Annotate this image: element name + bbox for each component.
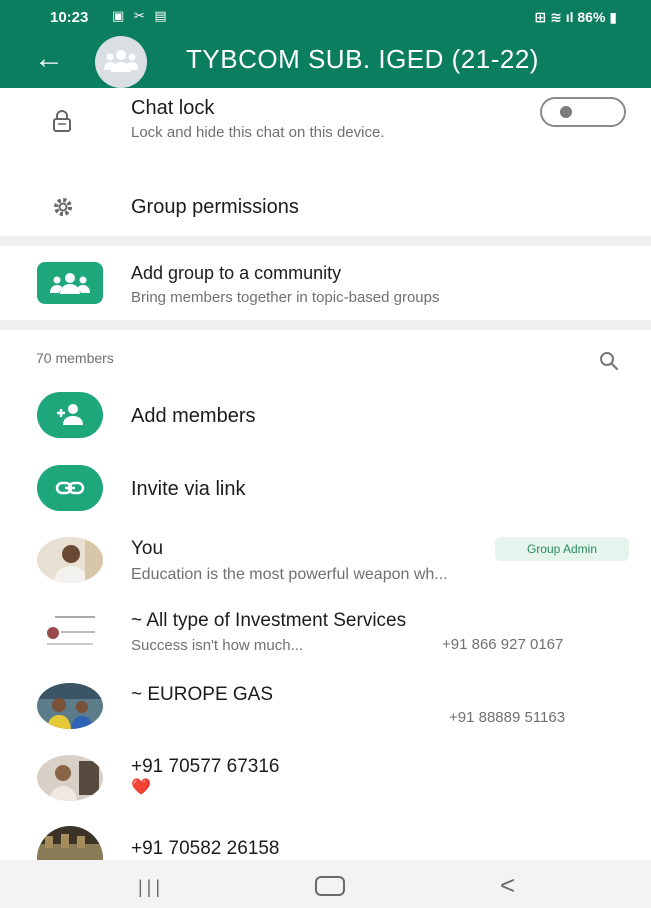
search-icon[interactable] bbox=[598, 350, 620, 372]
avatar-photo bbox=[37, 683, 103, 729]
lock-icon bbox=[53, 110, 71, 132]
battery-level: 86% bbox=[577, 9, 606, 25]
signal-icon: ⊞ ≋ ıl bbox=[534, 9, 578, 25]
avatar bbox=[37, 683, 103, 729]
link-icon bbox=[37, 465, 103, 511]
avatar-photo bbox=[37, 755, 103, 801]
community-icon bbox=[37, 262, 103, 304]
member-name: +91 70582 26158 bbox=[131, 838, 280, 859]
add-person-icon bbox=[37, 392, 103, 438]
status-time: 10:23 bbox=[50, 9, 89, 26]
member-name: ~ EUROPE GAS bbox=[131, 684, 274, 705]
avatar-photo bbox=[37, 610, 103, 656]
app-header: 10:23 ▣ ✂ ▤ ⊞ ≋ ıl 86% ▮ ← TYBCOM SUB. I… bbox=[0, 0, 651, 88]
chat-lock-title: Chat lock bbox=[131, 97, 215, 119]
community-subtitle: Bring members together in topic-based gr… bbox=[131, 289, 440, 306]
home-icon[interactable] bbox=[315, 876, 345, 896]
member-name: You bbox=[131, 538, 164, 559]
back-arrow-icon[interactable]: ← bbox=[34, 44, 68, 78]
heart-icon: ❤️ bbox=[131, 779, 151, 796]
invite-link-label: Invite via link bbox=[131, 478, 246, 500]
members-count: 70 members bbox=[36, 350, 114, 366]
admin-badge: Group Admin bbox=[495, 537, 629, 561]
member-name: ~ All type of Investment Services bbox=[131, 610, 407, 631]
section-divider-2 bbox=[0, 320, 651, 330]
group-avatar[interactable] bbox=[95, 36, 147, 88]
avatar-photo bbox=[37, 826, 103, 860]
avatar bbox=[37, 826, 103, 860]
recent-apps-icon[interactable]: ||| bbox=[138, 877, 164, 898]
status-bar: 10:23 ▣ ✂ ▤ ⊞ ≋ ıl 86% ▮ bbox=[0, 0, 651, 32]
add-person-glyph bbox=[57, 404, 83, 425]
member-status: Success isn't how much... bbox=[131, 637, 304, 654]
link-glyph bbox=[55, 481, 85, 495]
system-nav-bar: ||| < bbox=[0, 860, 651, 908]
community-glyph bbox=[50, 273, 90, 294]
member-phone: +91 88889 51163 bbox=[449, 709, 566, 726]
group-title[interactable]: TYBCOM SUB. IGED (21-22) bbox=[186, 44, 539, 75]
member-phone: +91 866 927 0167 bbox=[442, 636, 564, 653]
add-members-label: Add members bbox=[131, 405, 256, 427]
gear-icon bbox=[54, 198, 72, 216]
avatar bbox=[37, 755, 103, 801]
member-name: +91 70577 67316 bbox=[131, 756, 280, 777]
chat-lock-toggle[interactable] bbox=[540, 97, 626, 127]
avatar-photo bbox=[37, 537, 103, 583]
section-divider bbox=[0, 236, 651, 246]
group-permissions-title: Group permissions bbox=[131, 196, 299, 218]
nav-back-icon[interactable]: < bbox=[500, 870, 515, 901]
toggle-knob bbox=[560, 106, 572, 118]
avatar bbox=[37, 537, 103, 583]
status-right: ⊞ ≋ ıl 86% ▮ bbox=[534, 9, 617, 26]
member-status: Education is the most powerful weapon wh… bbox=[131, 566, 448, 583]
battery-icon: ▮ bbox=[605, 9, 617, 25]
avatar bbox=[37, 610, 103, 656]
group-icon bbox=[104, 50, 138, 72]
chat-lock-subtitle: Lock and hide this chat on this device. bbox=[131, 124, 385, 141]
community-title: Add group to a community bbox=[131, 263, 342, 283]
notification-icons: ▣ ✂ ▤ bbox=[112, 8, 170, 23]
